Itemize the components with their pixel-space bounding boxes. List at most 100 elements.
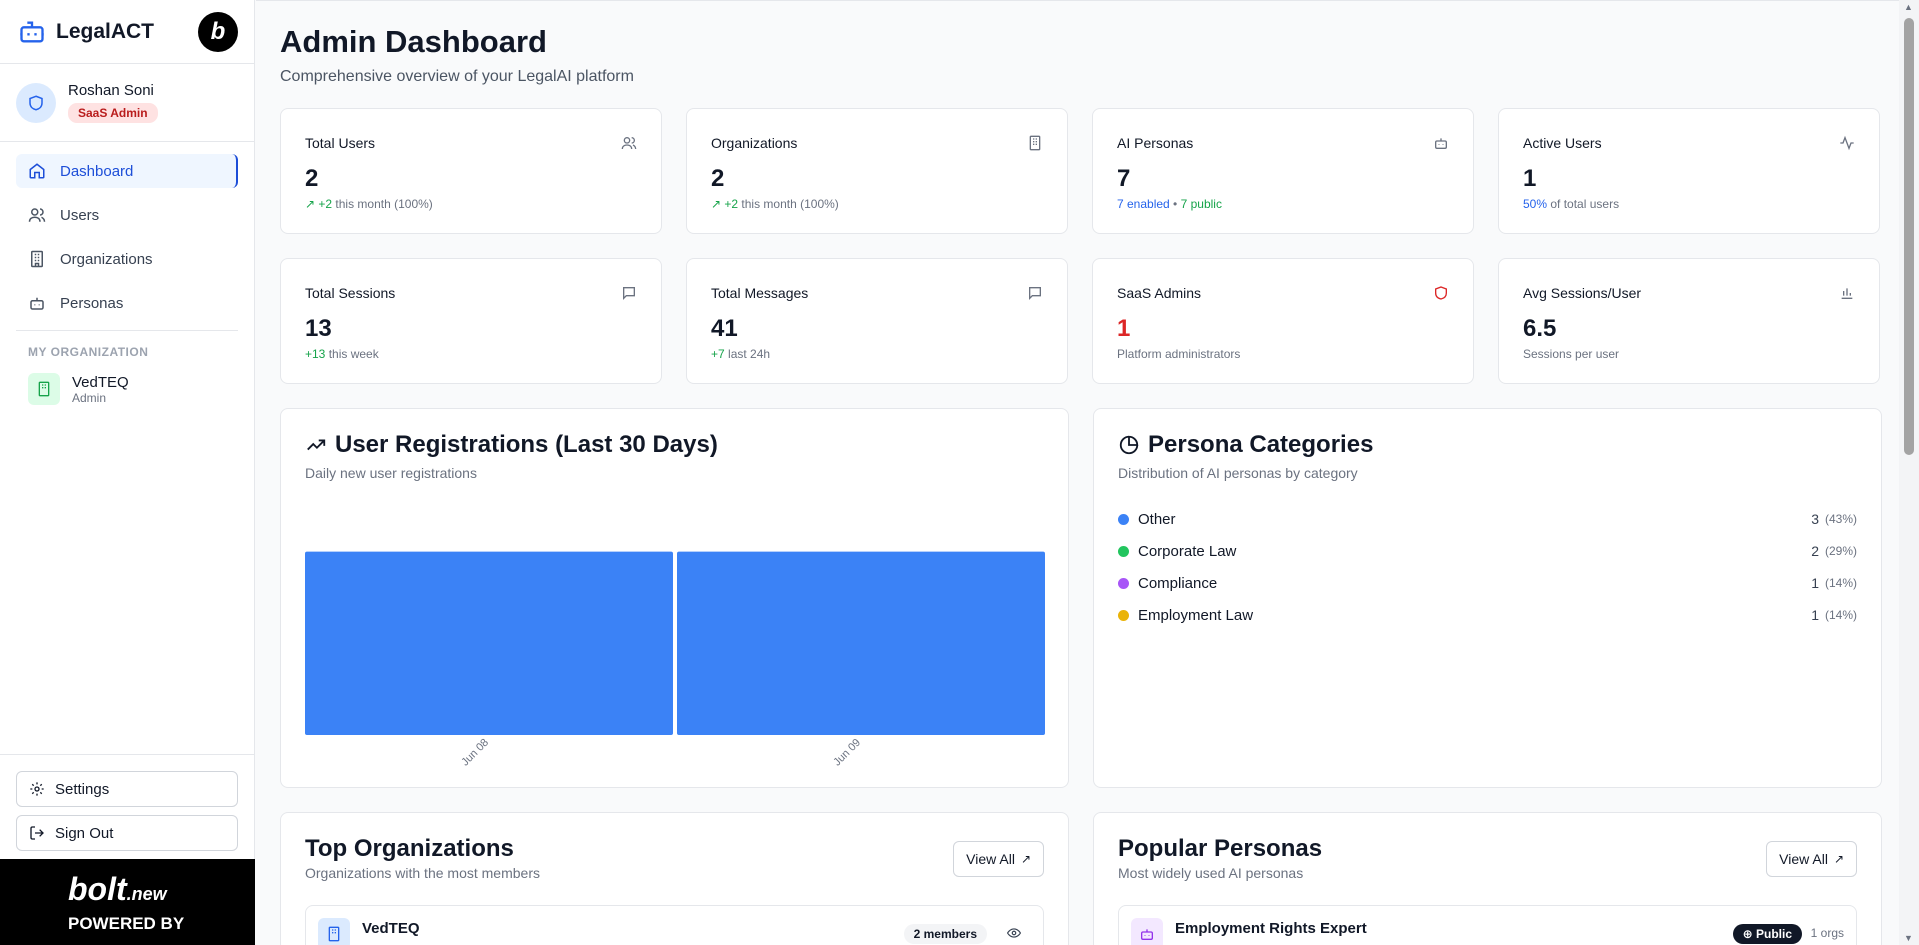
category-name: Other — [1138, 510, 1176, 528]
nav-label: Dashboard — [60, 162, 134, 180]
category-percent: (43%) — [1824, 512, 1857, 526]
powered-by-banner[interactable]: bolt.new POWERED BY — [0, 859, 255, 945]
stat-sub: 50% of total users — [1523, 197, 1620, 211]
users-icon — [621, 137, 637, 150]
member-count-badge: 2 members — [903, 924, 987, 944]
stat-value: 41 — [711, 315, 738, 342]
registrations-bar-chart: Jun 08 Jun 09 — [305, 551, 1045, 769]
category-count: 1 — [1811, 575, 1819, 591]
panel-subtitle: Distribution of AI personas by category — [1118, 465, 1358, 481]
list-item[interactable]: VedTEQ 2 members — [305, 905, 1044, 945]
category-percent: (29%) — [1824, 544, 1857, 558]
users-icon — [28, 208, 46, 222]
section-label-my-org: MY ORGANIZATION — [28, 345, 149, 359]
stat-label: Total Users — [305, 135, 376, 151]
nav-item-users[interactable]: Users — [16, 198, 238, 232]
nav-item-dashboard[interactable]: Dashboard — [16, 154, 238, 188]
orgs-count: 1 orgs — [1810, 926, 1844, 940]
list-item[interactable]: Employment Rights Expert ⊕ Public 1 orgs — [1118, 905, 1857, 945]
category-list: Other 3 (43%) Corporate Law 2 (29%) Compliance… — [1118, 503, 1857, 631]
popular-personas-panel: Popular Personas Most widely used AI per… — [1093, 812, 1882, 945]
building-icon — [31, 250, 43, 268]
category-name: Compliance — [1138, 574, 1218, 592]
my-org-name: VedTEQ — [72, 373, 129, 391]
charts-row: User Registrations (Last 30 Days) Daily … — [280, 408, 1899, 788]
nav-label: Organizations — [60, 250, 153, 268]
sign-out-button[interactable]: Sign Out — [16, 815, 238, 851]
stat-value: 1 — [1117, 315, 1131, 342]
stat-card-organizations: Organizations 2 ↗ +2 this month (100%) — [686, 108, 1068, 234]
logout-icon — [30, 826, 44, 840]
persona-name: Employment Rights Expert — [1175, 920, 1367, 937]
stat-label: AI Personas — [1117, 135, 1194, 151]
scroll-up-arrow[interactable]: ▲ — [1904, 2, 1913, 12]
x-tick-label: Jun 09 — [831, 737, 863, 769]
category-dot — [1118, 513, 1129, 525]
nav-label: Users — [60, 206, 100, 224]
stat-label: Avg Sessions/User — [1523, 285, 1642, 301]
bolt-logo: bolt.new — [68, 871, 167, 907]
sidebar: LegalACT b Roshan Soni SaaS Admin Dashbo… — [0, 0, 255, 945]
category-dot — [1118, 577, 1129, 589]
eye-icon[interactable] — [1007, 926, 1021, 940]
registrations-panel: User Registrations (Last 30 Days) Daily … — [280, 408, 1069, 788]
my-org-role: Admin — [72, 390, 107, 405]
stat-sub: Platform administrators — [1117, 347, 1241, 361]
category-dot — [1118, 545, 1129, 557]
stat-card-avg-sessions: Avg Sessions/User 6.5 Sessions per user — [1498, 258, 1880, 384]
stat-value: 7 — [1117, 165, 1131, 192]
page-subtitle: Comprehensive overview of your LegalAI p… — [280, 68, 634, 85]
category-percent: (14%) — [1824, 576, 1857, 590]
sidebar-footer: Settings Sign Out — [0, 754, 254, 859]
page-scrollbar[interactable]: ▲ ▼ — [1899, 0, 1919, 945]
role-badge: SaaS Admin — [68, 103, 158, 123]
brand-header: LegalACT b — [0, 0, 254, 64]
pie-chart-icon — [1119, 435, 1139, 455]
visibility-badge: ⊕ Public — [1732, 924, 1802, 944]
category-row: Corporate Law 2 (29%) — [1118, 535, 1857, 567]
category-name: Corporate Law — [1138, 542, 1237, 560]
category-count: 1 — [1811, 607, 1819, 623]
stats-row-2: Total Sessions 13 +13 this week Total Me… — [280, 258, 1899, 384]
category-percent: (14%) — [1824, 608, 1857, 622]
bar-chart-icon — [1841, 288, 1853, 299]
brand-name: LegalACT — [56, 19, 155, 43]
category-dot — [1118, 609, 1129, 621]
stat-label: SaaS Admins — [1117, 285, 1202, 301]
my-org-item[interactable]: VedTEQ Admin — [0, 367, 254, 411]
stat-card-total-sessions: Total Sessions 13 +13 this week — [280, 258, 662, 384]
stat-label: Organizations — [711, 135, 798, 151]
powered-by-text: POWERED BY — [68, 914, 185, 933]
stat-sub: Sessions per user — [1523, 347, 1620, 361]
stat-value: 2 — [305, 165, 319, 192]
nav-item-organizations[interactable]: Organizations — [16, 242, 238, 276]
activity-icon — [1840, 135, 1854, 151]
category-row: Other 3 (43%) — [1118, 503, 1857, 535]
settings-button[interactable]: Settings — [16, 771, 238, 807]
scrollbar-thumb[interactable] — [1904, 18, 1914, 455]
bot-icon — [1131, 918, 1163, 945]
scroll-down-arrow[interactable]: ▼ — [1904, 933, 1913, 943]
stat-value: 6.5 — [1523, 315, 1557, 342]
panel-subtitle: Organizations with the most members — [305, 865, 540, 881]
shield-icon — [1435, 286, 1447, 300]
robot-icon — [20, 21, 44, 42]
top-border — [256, 0, 1919, 1]
stat-card-ai-personas: AI Personas 7 7 enabled • 7 public — [1092, 108, 1474, 234]
view-all-personas-button[interactable]: View All ↗ — [1766, 841, 1857, 877]
panel-title: Top Organizations — [305, 835, 514, 862]
stat-value: 2 — [711, 165, 725, 192]
view-all-orgs-button[interactable]: View All ↗ — [953, 841, 1044, 877]
stat-sub: +7 last 24h — [711, 347, 771, 361]
category-name: Employment Law — [1138, 606, 1254, 624]
category-count: 3 — [1811, 511, 1819, 527]
chart-bar — [305, 551, 673, 735]
user-name: Roshan Soni — [68, 82, 154, 99]
nav-item-personas[interactable]: Personas — [16, 286, 238, 320]
settings-label: Settings — [55, 780, 110, 798]
stat-label: Total Sessions — [305, 285, 396, 301]
persona-categories-panel: Persona Categories Distribution of AI pe… — [1093, 408, 1882, 788]
stat-card-saas-admins: SaaS Admins 1 Platform administrators — [1092, 258, 1474, 384]
shield-icon — [29, 94, 43, 111]
bolt-badge[interactable]: b — [198, 12, 238, 52]
